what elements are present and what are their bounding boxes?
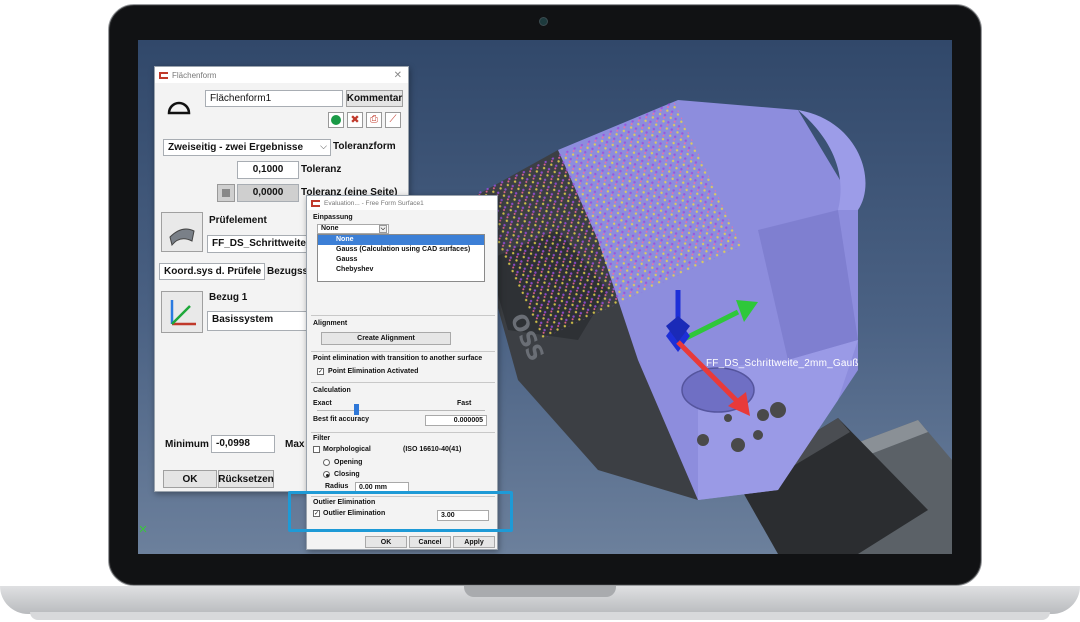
fit-option-gauss-cad[interactable]: Gauss (Calculation using CAD surfaces) bbox=[318, 245, 484, 255]
point-elimination-checkbox[interactable]: ✓ bbox=[317, 368, 324, 375]
eval-ok-button[interactable]: OK bbox=[365, 536, 407, 548]
closing-label: Closing bbox=[334, 471, 360, 478]
toolbar-chart-button[interactable]: ⟋ bbox=[385, 112, 401, 128]
exact-label: Exact bbox=[313, 400, 332, 407]
one-side-toggle-button[interactable] bbox=[217, 184, 235, 202]
best-fit-accuracy-input[interactable]: 0.000005 bbox=[425, 415, 487, 426]
fit-option-gauss[interactable]: Gauss bbox=[318, 255, 484, 265]
feature-name-input[interactable]: Flächenform1 bbox=[205, 90, 343, 107]
toolbar-print-button[interactable]: ⎙ bbox=[366, 112, 382, 128]
einpassung-label: Einpassung bbox=[313, 214, 353, 221]
minimum-value: -0,0998 bbox=[211, 435, 275, 453]
fast-label: Fast bbox=[457, 400, 472, 407]
surface-patch-icon bbox=[169, 228, 195, 247]
evaluation-title: Evaluation... - Free Form Surface1 bbox=[324, 199, 424, 207]
divider bbox=[311, 351, 495, 352]
opening-radio[interactable] bbox=[323, 459, 330, 466]
laptop-base-shadow bbox=[30, 612, 1050, 620]
divider bbox=[311, 315, 495, 316]
fit-option-chebyshev[interactable]: Chebyshev bbox=[318, 265, 484, 275]
opening-label: Opening bbox=[334, 459, 363, 466]
tolerance-mode-select[interactable]: Zweiseitig - zwei Ergebnisse ⌵ bbox=[163, 139, 331, 156]
fit-method-options: None Gauss (Calculation using CAD surfac… bbox=[317, 234, 485, 282]
closing-radio[interactable] bbox=[323, 471, 330, 478]
coordinate-system-icon bbox=[170, 300, 196, 326]
filter-label: Filter bbox=[313, 435, 331, 442]
bezugssystem-label: Bezugss bbox=[267, 266, 309, 277]
speed-slider-track[interactable] bbox=[317, 410, 485, 411]
ok-button[interactable]: OK bbox=[163, 470, 217, 488]
best-fit-accuracy-label: Best fit accuracy bbox=[313, 416, 370, 423]
toleranz-input[interactable]: 0,1000 bbox=[237, 161, 299, 179]
pruefelement-label: Prüfelement bbox=[209, 215, 267, 226]
bezug-button[interactable] bbox=[161, 291, 203, 333]
create-alignment-button[interactable]: Create Alignment bbox=[321, 332, 451, 345]
toleranzform-label: Toleranzform bbox=[333, 141, 396, 152]
eval-apply-button[interactable]: Apply bbox=[453, 536, 495, 548]
toleranz-label: Toleranz bbox=[301, 164, 342, 175]
chevron-down-icon: ⌵ bbox=[379, 225, 387, 233]
koordsys-value: Koord.sys d. Prüfele bbox=[164, 266, 262, 277]
outlier-highlight-frame bbox=[288, 491, 513, 532]
toolbar-refresh-button[interactable] bbox=[328, 112, 344, 128]
surface-form-icon bbox=[167, 101, 191, 115]
close-icon[interactable]: ✕ bbox=[394, 70, 402, 81]
print-icon: ⎙ bbox=[370, 114, 378, 125]
chevron-down-icon: ⌵ bbox=[254, 265, 261, 275]
radius-label: Radius bbox=[325, 483, 349, 490]
kommentar-button[interactable]: Kommentar bbox=[346, 90, 403, 107]
toolbar-delete-points-button[interactable]: ✖ bbox=[347, 112, 363, 128]
fit-method-select[interactable]: None ⌵ bbox=[317, 224, 389, 234]
speed-slider-thumb[interactable] bbox=[354, 404, 359, 415]
point-elimination-label: Point elimination with transition to ano… bbox=[313, 355, 483, 362]
minimum-label: Minimum bbox=[165, 439, 209, 450]
evaluation-titlebar[interactable]: Evaluation... - Free Form Surface1 bbox=[307, 196, 497, 210]
iso-standard-label: (ISO 16610-40(41) bbox=[403, 446, 462, 453]
camera-icon bbox=[539, 17, 548, 26]
pruefelement-input[interactable]: FF_DS_Schrittweite_2 bbox=[207, 235, 307, 253]
morphological-checkbox[interactable] bbox=[313, 446, 320, 453]
alignment-label: Alignment bbox=[313, 320, 348, 327]
maximum-label: Max bbox=[285, 439, 305, 450]
divider bbox=[311, 382, 495, 383]
calculation-label: Calculation bbox=[313, 387, 351, 394]
koordsys-select[interactable]: Koord.sys d. Prüfele ⌵ bbox=[159, 263, 265, 280]
fit-option-none[interactable]: None bbox=[318, 235, 484, 245]
one-side-icon bbox=[222, 189, 230, 197]
toleranz-eine-seite-input[interactable]: 0,0000 bbox=[237, 184, 299, 202]
laptop-notch bbox=[464, 586, 616, 597]
refresh-icon bbox=[331, 115, 341, 125]
fit-method-value: None bbox=[321, 225, 339, 232]
chart-icon: ⟋ bbox=[389, 114, 397, 125]
tolerance-mode-value: Zweiseitig - zwei Ergebnisse bbox=[168, 142, 304, 153]
app-logo-icon bbox=[311, 199, 320, 207]
flaechenform-titlebar[interactable]: Flächenform ✕ bbox=[155, 67, 408, 83]
morphological-label: Morphological bbox=[323, 446, 371, 453]
app-logo-icon bbox=[159, 71, 168, 79]
eval-cancel-button[interactable]: Cancel bbox=[409, 536, 451, 548]
delete-points-icon: ✖ bbox=[350, 114, 360, 126]
pruefelement-button[interactable] bbox=[161, 212, 203, 252]
basissystem-input[interactable]: Basissystem bbox=[207, 311, 307, 331]
axis-system-label: FF_DS_Schrittweite_2mm_Gauß bbox=[706, 358, 859, 369]
chevron-down-icon: ⌵ bbox=[320, 141, 327, 151]
divider bbox=[311, 432, 495, 433]
flaechenform-title: Flächenform bbox=[172, 70, 217, 80]
point-elimination-checkbox-label: Point Elimination Activated bbox=[328, 368, 419, 375]
reset-button[interactable]: Rücksetzen bbox=[218, 470, 274, 488]
bezug-label: Bezug 1 bbox=[209, 292, 248, 303]
